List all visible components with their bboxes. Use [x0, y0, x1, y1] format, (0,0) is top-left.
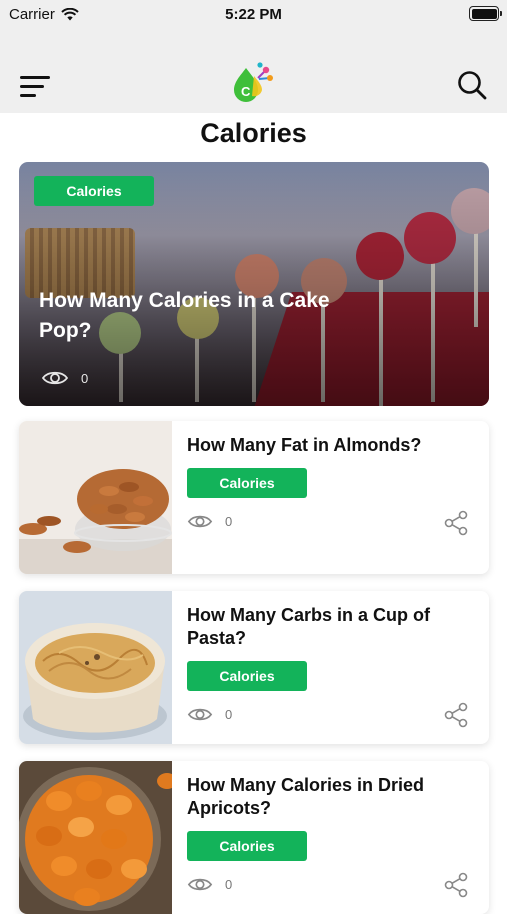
eye-icon — [187, 878, 213, 891]
view-count-value: 0 — [225, 514, 233, 529]
status-bar: Carrier 5:22 PM — [0, 0, 507, 30]
share-icon[interactable] — [443, 510, 469, 536]
article-title[interactable]: How Many Fat in Almonds? — [187, 434, 477, 457]
eye-icon — [187, 708, 213, 721]
view-count-value: 0 — [225, 877, 233, 892]
article-title[interactable]: How Many Calories in Dried Apricots? — [187, 774, 477, 820]
logo-letter: C — [241, 84, 251, 99]
article-card[interactable]: How Many Fat in Almonds? Calories 0 — [19, 421, 489, 574]
view-count-value: 0 — [225, 707, 233, 722]
view-count: 0 — [187, 706, 232, 723]
hamburger-menu-icon[interactable] — [20, 74, 52, 98]
eye-icon — [41, 371, 69, 385]
view-count: 0 — [187, 513, 232, 530]
dried-apricots-thumbnail — [19, 761, 172, 914]
featured-article-title[interactable]: How Many Calories in a Cake Pop? — [39, 286, 339, 346]
view-count: 0 — [187, 876, 232, 893]
view-count: 0 — [41, 369, 88, 387]
calorie-app-logo-icon: C — [234, 62, 273, 102]
eye-icon — [187, 515, 213, 528]
view-count-value: 0 — [81, 370, 89, 386]
article-card[interactable]: How Many Carbs in a Cup of Pasta? Calori… — [19, 591, 489, 744]
navigation-bar: C — [0, 60, 507, 110]
category-badge[interactable]: Calories — [187, 468, 307, 498]
category-badge[interactable]: Calories — [187, 831, 307, 861]
share-icon[interactable] — [443, 702, 469, 728]
category-badge[interactable]: Calories — [34, 176, 154, 206]
almonds-thumbnail — [19, 421, 172, 574]
article-title[interactable]: How Many Carbs in a Cup of Pasta? — [187, 604, 477, 650]
page-title: Calories — [200, 118, 307, 148]
featured-article-card[interactable]: Calories How Many Calories in a Cake Pop… — [19, 162, 489, 406]
category-badge[interactable]: Calories — [187, 661, 307, 691]
article-card[interactable]: How Many Calories in Dried Apricots? Cal… — [19, 761, 489, 914]
search-icon[interactable] — [457, 70, 487, 100]
share-icon[interactable] — [443, 872, 469, 898]
clock: 5:22 PM — [225, 6, 282, 23]
pasta-thumbnail — [19, 591, 172, 744]
top-bar: Carrier 5:22 PM C — [0, 0, 507, 113]
battery-icon — [469, 6, 502, 21]
